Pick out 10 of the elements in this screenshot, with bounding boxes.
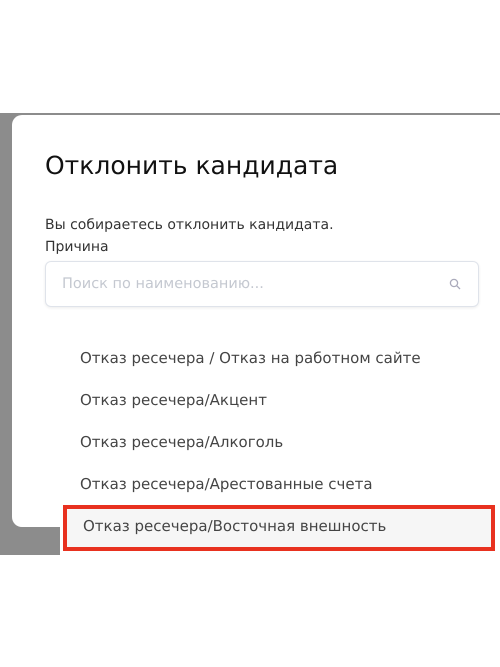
dialog-message: Вы собираетесь отклонить кандидата. [45, 217, 335, 233]
dropdown-option[interactable]: Отказ ресечера/Восточная внешность [63, 505, 495, 551]
search-field[interactable]: Поиск по наименованию... [45, 261, 479, 307]
field-label: Причина [45, 239, 110, 255]
dropdown-option[interactable]: Отказ ресечера/Акцент [60, 379, 500, 421]
dialog-title: Отклонить кандидата [45, 151, 340, 180]
search-icon [449, 278, 461, 290]
dropdown-option[interactable]: Отказ ресечера/Арестованные счета [60, 463, 500, 505]
dropdown-option[interactable]: Отказ ресечера/Алкоголь [60, 421, 500, 463]
dropdown-option[interactable]: Отказ ресечера / Отказ на работном сайте [60, 337, 500, 379]
